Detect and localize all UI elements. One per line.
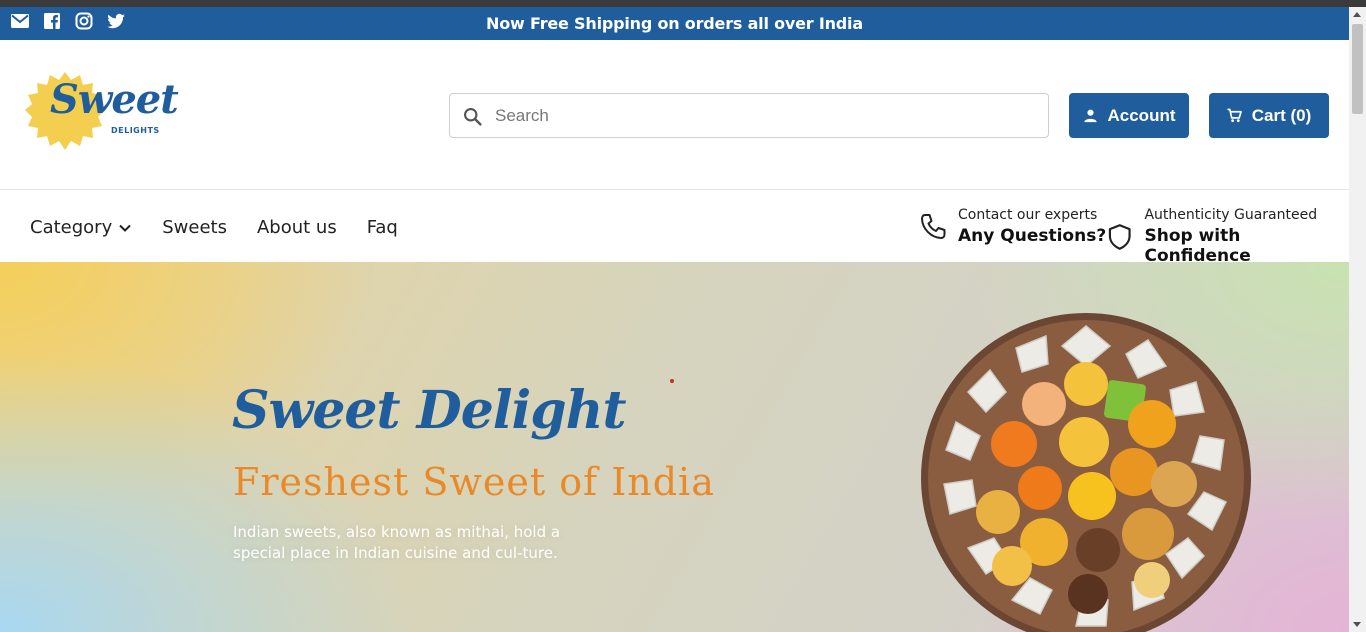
search-icon[interactable] — [462, 106, 483, 127]
search-box — [449, 93, 1049, 138]
scrollbar-thumb[interactable] — [1352, 24, 1363, 114]
user-icon — [1083, 109, 1097, 123]
logo-wordmark: Sweet — [50, 76, 179, 123]
decorative-dot — [670, 379, 674, 383]
shield-icon — [1108, 223, 1131, 250]
nav-item-category[interactable]: Category — [30, 217, 132, 238]
nav-item-sweets[interactable]: Sweets — [162, 217, 227, 238]
cart-label: Cart (0) — [1251, 105, 1312, 125]
vertical-scrollbar[interactable] — [1349, 7, 1366, 632]
cart-icon — [1227, 108, 1242, 123]
phone-icon — [921, 213, 946, 239]
logo-subtitle: DELIGHTS — [111, 126, 160, 135]
authenticity-guarantee[interactable]: Authenticity Guaranteed Shop with Confid… — [1105, 207, 1349, 266]
hero-tagline: Freshest Sweet of India — [233, 460, 715, 504]
nav-item-label: Category — [30, 217, 113, 238]
contact-experts[interactable]: Contact our experts Any Questions? — [918, 207, 1106, 246]
nav-menu: Category Sweets About us Faq — [30, 217, 398, 238]
chevron-down-icon — [119, 224, 131, 232]
sweet-delights-logo[interactable]: Sweet DELIGHTS — [24, 70, 179, 152]
hero-banner: Sweet Delight Freshest Sweet of India In… — [0, 262, 1349, 632]
browser-top-strip — [0, 0, 1366, 7]
contact-small-text: Contact our experts — [958, 207, 1098, 223]
scroll-down-arrow-icon[interactable] — [1353, 622, 1361, 627]
main-navigation: Category Sweets About us Faq Contact our… — [0, 191, 1349, 266]
scroll-up-arrow-icon[interactable] — [1353, 12, 1361, 17]
sweets-plate-image — [921, 313, 1251, 632]
nav-item-faq[interactable]: Faq — [367, 217, 398, 238]
search-input[interactable] — [495, 94, 1035, 137]
nav-item-about-us[interactable]: About us — [257, 217, 337, 238]
account-button[interactable]: Account — [1069, 93, 1189, 138]
authenticity-big-text: Shop with Confidence — [1144, 226, 1251, 266]
site-header: Sweet DELIGHTS Account Cart (0) — [0, 40, 1349, 190]
contact-big-text: Any Questions? — [958, 226, 1107, 246]
free-shipping-announcement: Now Free Shipping on orders all over Ind… — [486, 14, 863, 33]
hero-description: Indian sweets, also known as mithai, hol… — [233, 523, 561, 562]
hero-title: Sweet Delight — [232, 380, 626, 441]
authenticity-small-text: Authenticity Guaranteed — [1144, 207, 1318, 223]
announcement-bar: Now Free Shipping on orders all over Ind… — [0, 7, 1349, 40]
account-label: Account — [1107, 105, 1176, 125]
cart-button[interactable]: Cart (0) — [1209, 93, 1329, 138]
